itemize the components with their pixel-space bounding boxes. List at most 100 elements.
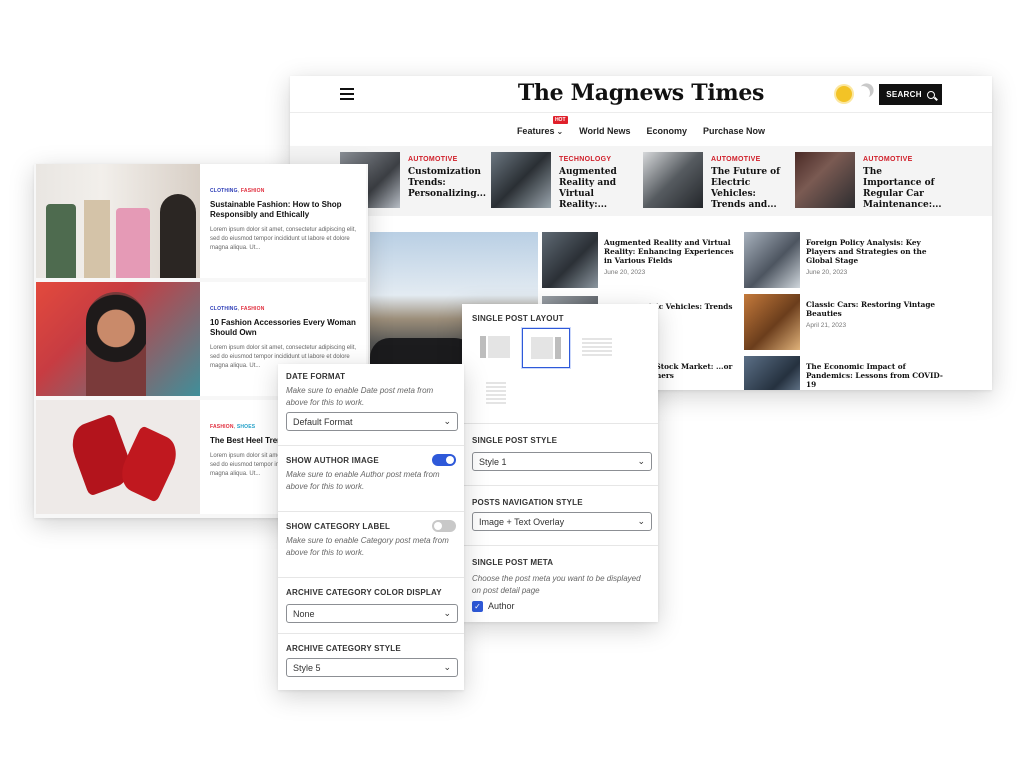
chevron-down-icon: ⌄: [637, 516, 645, 526]
trending-category[interactable]: AUTOMOTIVE: [863, 156, 941, 163]
date-format-section: DATE FORMAT Make sure to enable Date pos…: [278, 364, 464, 446]
nav-item-purchase-now[interactable]: Purchase Now: [703, 120, 765, 136]
trending-title[interactable]: Augmented Reality and Virtual Reality:..…: [559, 167, 637, 211]
single-post-layout-section: SINGLE POST LAYOUT: [462, 304, 658, 424]
layout-option-right-sidebar[interactable]: [522, 328, 570, 368]
search-label: SEARCH: [886, 90, 922, 99]
trending-title[interactable]: The Importance of Regular Car Maintenanc…: [863, 167, 942, 211]
blog-post-title[interactable]: Sustainable Fashion: How to Shop Respons…: [210, 200, 360, 220]
category-link[interactable]: SHOES: [237, 424, 256, 430]
single-post-settings-panel: SINGLE POST LAYOUT SINGLE POST STYLE Sty…: [462, 304, 658, 622]
post-title[interactable]: Foreign Policy Analysis: Key Players and…: [806, 238, 944, 265]
select-value: Style 1: [479, 457, 507, 467]
single-post-style-section: SINGLE POST STYLE Style 1 ⌄: [462, 424, 658, 486]
section-label: SHOW CATEGORY LABEL: [286, 522, 391, 531]
chevron-down-icon: ⌄: [556, 126, 564, 136]
post-thumbnail: [542, 232, 598, 288]
posts-navigation-style-section: POSTS NAVIGATION STYLE Image + Text Over…: [462, 486, 658, 546]
nav-item-economy[interactable]: Economy: [647, 120, 688, 136]
trending-category[interactable]: TECHNOLOGY: [559, 156, 637, 163]
chevron-down-icon: ⌄: [443, 416, 451, 426]
section-label: ARCHIVE CATEGORY STYLE: [286, 644, 401, 653]
search-button[interactable]: SEARCH: [879, 84, 942, 105]
trending-strip: AUTOMOTIVE Customization Trends: Personal…: [290, 146, 992, 216]
blog-post-image[interactable]: [36, 164, 200, 278]
trending-thumbnail: [491, 152, 551, 208]
archive-category-color-select[interactable]: None ⌄: [286, 604, 458, 623]
trending-category[interactable]: AUTOMOTIVE: [711, 156, 789, 163]
chevron-down-icon: ⌄: [443, 608, 451, 618]
layout-sidebar-bar: [480, 336, 486, 358]
single-post-meta-section: SINGLE POST META Choose the post meta yo…: [462, 546, 658, 622]
category-link[interactable]: FASHION: [210, 424, 234, 430]
trending-category[interactable]: AUTOMOTIVE: [408, 156, 486, 163]
select-value: Default Format: [293, 417, 353, 427]
post-date: June 20, 2023: [806, 269, 848, 276]
sun-icon[interactable]: [836, 86, 852, 102]
post-thumbnail: [744, 356, 800, 390]
show-author-image-section: SHOW AUTHOR IMAGE Make sure to enable Au…: [278, 446, 464, 512]
layout-content-block: [488, 336, 510, 358]
section-label: SHOW AUTHOR IMAGE: [286, 456, 379, 465]
layout-sidebar-bar: [555, 337, 561, 359]
blog-post-excerpt: Lorem ipsum dolor sit amet, consectetur …: [210, 227, 357, 251]
blog-post-row[interactable]: CLOTHING, FASHION Sustainable Fashion: H…: [36, 164, 366, 278]
category-link[interactable]: CLOTHING: [210, 306, 238, 312]
category-link[interactable]: FASHION: [241, 188, 265, 194]
trending-thumbnail: [643, 152, 703, 208]
author-image-toggle[interactable]: [432, 454, 456, 466]
select-value: Image + Text Overlay: [479, 517, 565, 527]
layout-option-left-sidebar[interactable]: [472, 328, 520, 368]
search-icon: [926, 90, 935, 99]
nav-label: Purchase Now: [703, 125, 766, 136]
select-value: Style 5: [293, 663, 321, 673]
section-description: Make sure to enable Category post meta f…: [286, 536, 449, 557]
post-title[interactable]: The Economic Impact of Pandemics: Lesson…: [806, 362, 944, 389]
category-label-toggle[interactable]: [432, 520, 456, 532]
trending-thumbnail: [795, 152, 855, 208]
post-date: April 21, 2023: [806, 322, 847, 329]
main-nav: HOT Features ⌄ World News Economy Purchas…: [290, 112, 992, 142]
layout-option-narrow[interactable]: [472, 372, 520, 412]
portrait-shape: [86, 292, 146, 396]
trending-title[interactable]: The Future of Electric Vehicles: Trends …: [711, 167, 789, 211]
nav-label: Economy: [646, 125, 688, 136]
author-meta-checkbox[interactable]: ✓: [472, 601, 483, 612]
trending-title[interactable]: Customization Trends: Personalizing...: [408, 167, 486, 200]
blog-categories: CLOTHING, FASHION: [210, 188, 265, 194]
section-label: DATE FORMAT: [286, 372, 346, 381]
section-label: SINGLE POST META: [472, 558, 554, 567]
post-title[interactable]: Classic Cars: Restoring Vintage Beauties: [806, 300, 944, 318]
layout-option-full-width[interactable]: [572, 328, 620, 368]
section-label: POSTS NAVIGATION STYLE: [472, 498, 583, 507]
section-description: Make sure to enable Date post meta from …: [286, 386, 434, 407]
chevron-down-icon: ⌄: [443, 662, 451, 672]
post-date: June 20, 2023: [604, 269, 646, 276]
archive-settings-panel: DATE FORMAT Make sure to enable Date pos…: [278, 364, 464, 690]
category-link[interactable]: FASHION: [241, 306, 265, 312]
section-description: Make sure to enable Author post meta fro…: [286, 470, 440, 491]
toggle-knob: [446, 456, 454, 464]
blog-post-image[interactable]: [36, 282, 200, 396]
posts-navigation-style-select[interactable]: Image + Text Overlay ⌄: [472, 512, 652, 531]
pink-coat-shape: [116, 208, 150, 278]
date-format-select[interactable]: Default Format ⌄: [286, 412, 458, 431]
post-title[interactable]: Augmented Reality and Virtual Reality: E…: [604, 238, 742, 265]
single-post-style-select[interactable]: Style 1 ⌄: [472, 452, 652, 471]
category-link[interactable]: CLOTHING: [210, 188, 238, 194]
blog-post-image[interactable]: [36, 400, 200, 514]
nav-item-features[interactable]: HOT Features ⌄: [517, 115, 568, 136]
archive-category-style-section: ARCHIVE CATEGORY STYLE Style 5 ⌄: [278, 634, 464, 690]
section-description: Choose the post meta you want to be disp…: [472, 574, 641, 595]
jacket-shape: [46, 204, 76, 278]
author-meta-label: Author: [488, 601, 515, 611]
blog-post-title[interactable]: 10 Fashion Accessories Every Woman Shoul…: [210, 318, 360, 338]
site-header: The Magnews Times SEARCH: [290, 76, 992, 112]
nav-item-world-news[interactable]: World News: [579, 120, 630, 136]
shirt-shape: [84, 200, 110, 278]
chevron-down-icon: ⌄: [637, 456, 645, 466]
show-category-label-section: SHOW CATEGORY LABEL Make sure to enable …: [278, 512, 464, 578]
archive-category-style-select[interactable]: Style 5 ⌄: [286, 658, 458, 677]
select-value: None: [293, 609, 315, 619]
layout-content-block: [531, 337, 553, 359]
